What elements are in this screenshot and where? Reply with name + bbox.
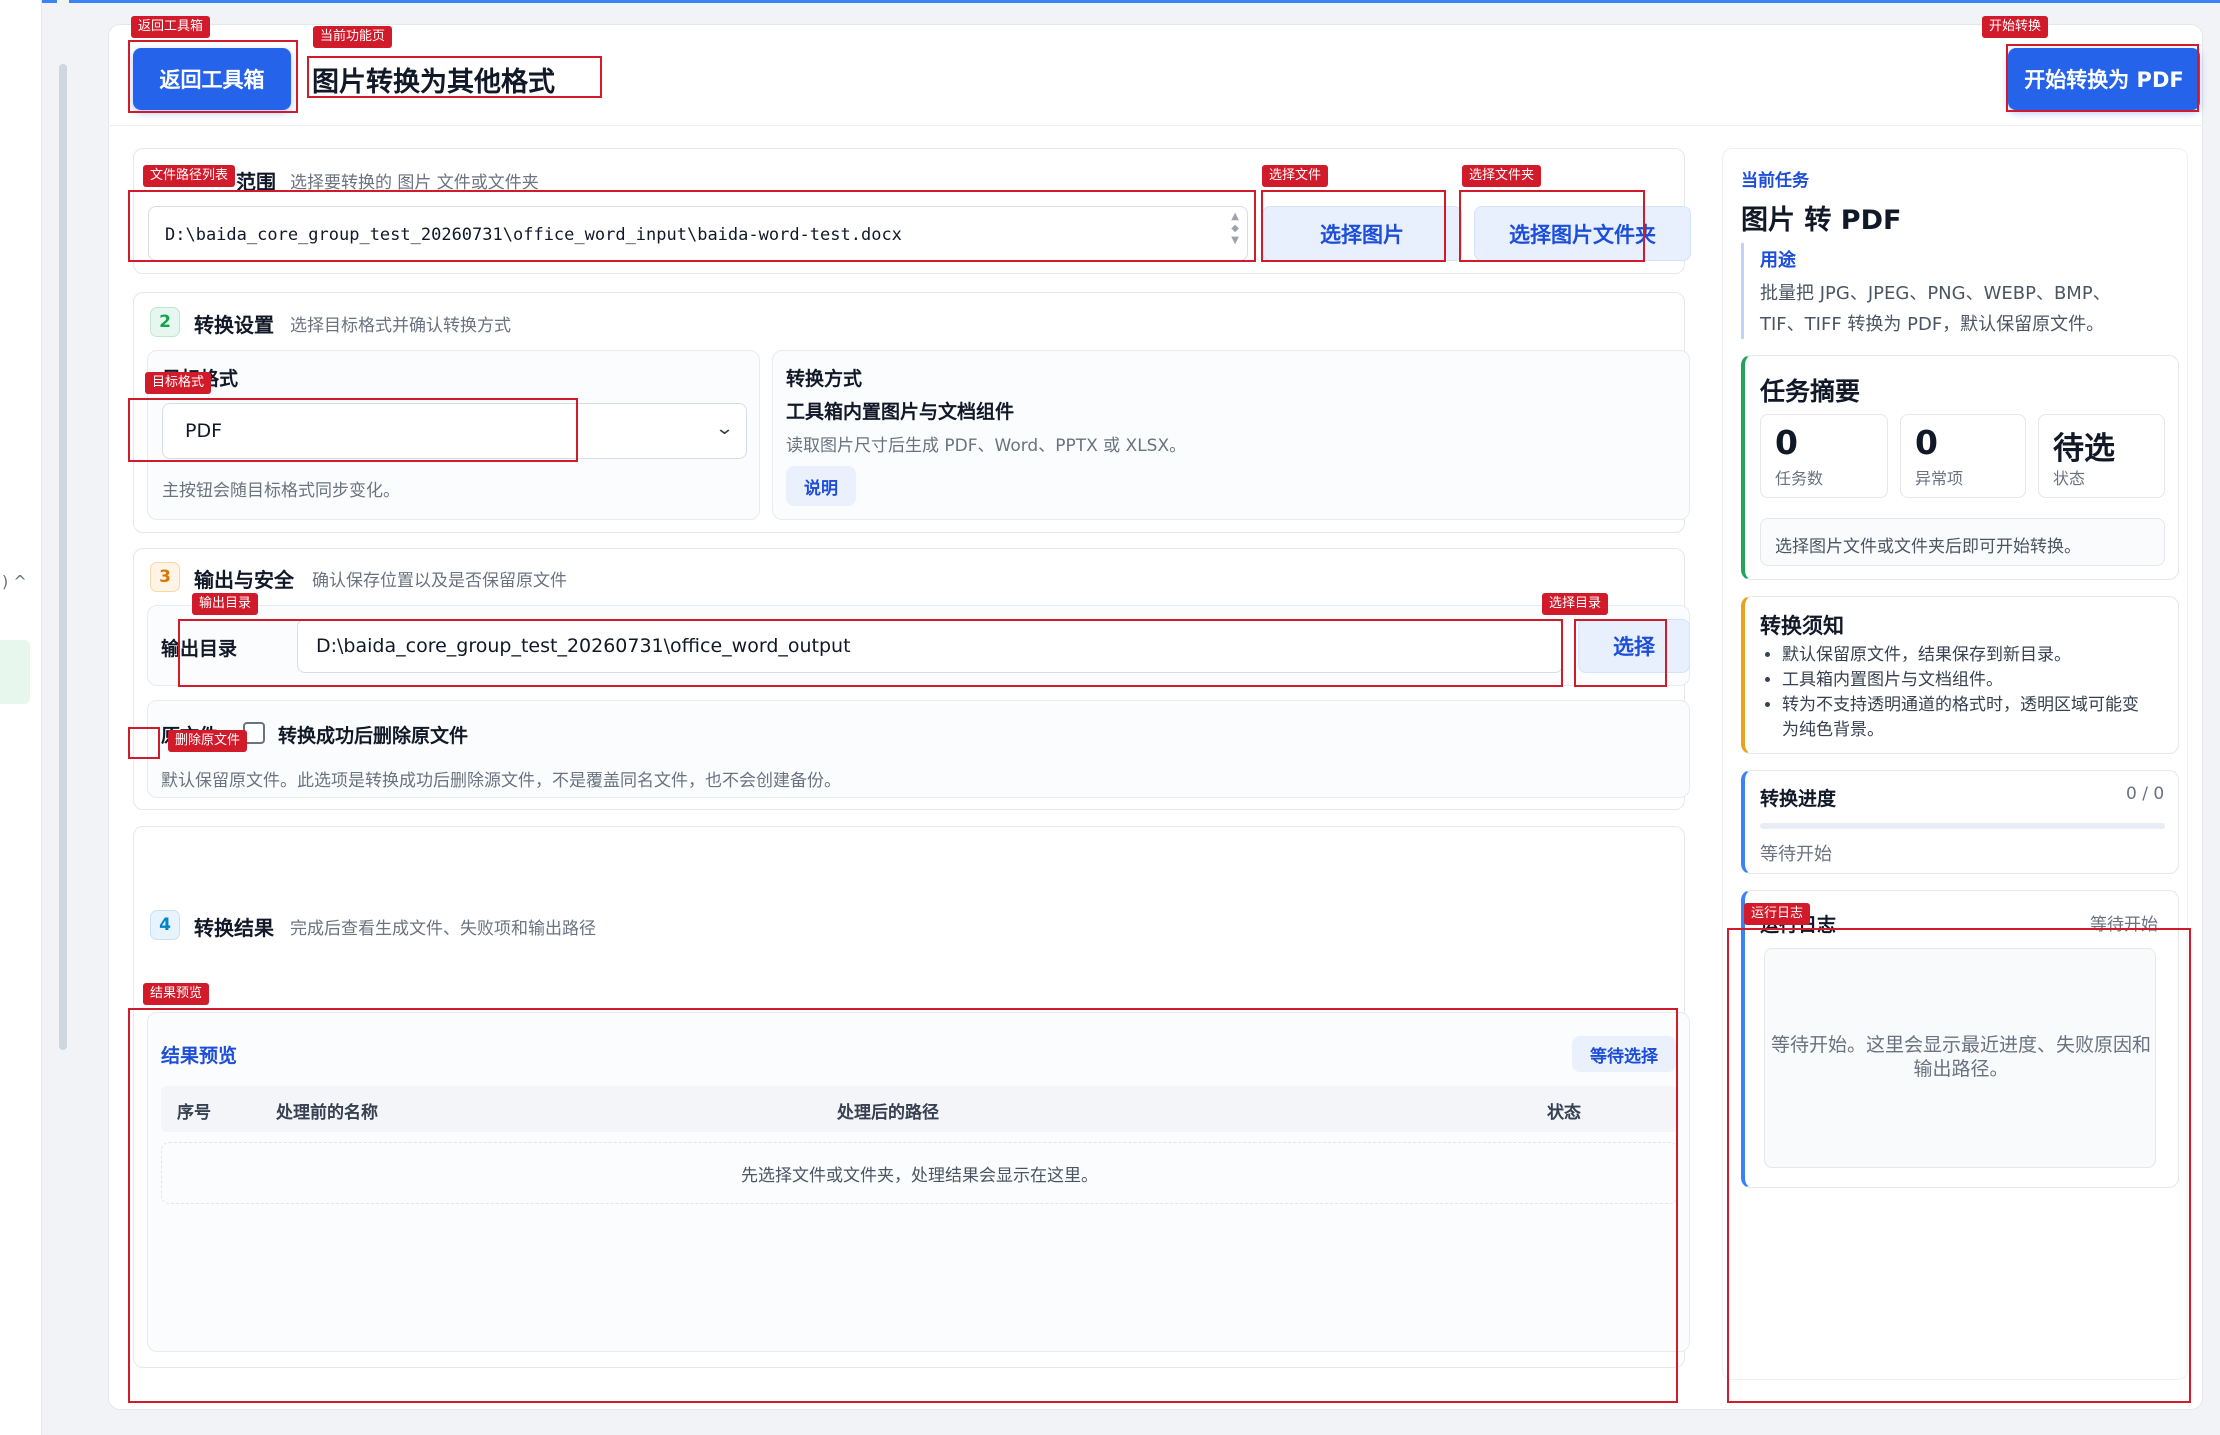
progress-count: 0 / 0 [2126,784,2165,804]
usage-text-line-1: 批量把 JPG、JPEG、PNG、WEBP、BMP、 [1760,283,2111,304]
section-result-subtitle: 完成后查看生成文件、失败项和输出路径 [290,919,596,939]
annotation-tag-select-folder: 选择文件夹 [1462,165,1542,187]
usage-accent [1741,243,1744,339]
annotation-tag-current-page: 当前功能页 [313,26,393,48]
scrollbar-thumb[interactable] [59,64,67,1050]
notice-item: 默认保留原文件，结果保存到新目录。 [1782,643,2170,668]
annotation-tag-select-dir: 选择目录 [1542,593,1609,615]
sidebar-stub-active [0,640,30,704]
section-result-title: 转换结果 [194,916,274,940]
progress-title: 转换进度 [1760,788,1837,810]
method-name: 工具箱内置图片与文档组件 [786,401,1015,423]
annotation-tag-select-file: 选择文件 [1262,165,1329,187]
stat-error-count-value: 0 [1915,423,1938,462]
method-desc: 读取图片尺寸后生成 PDF、Word、PPTX 或 XLSX。 [786,436,1187,456]
annotation-box-current-page [307,56,602,98]
annotation-box-select-dir [1574,619,1667,687]
annotation-box-output-dir [178,619,1563,687]
annotation-tag-result-preview: 结果预览 [143,983,210,1005]
explain-button[interactable]: 说明 [786,466,856,506]
notice-list: 默认保留原文件，结果保存到新目录。 工具箱内置图片与文档组件。 转为不支持透明通… [1760,643,2170,743]
annotation-box-back [128,40,298,113]
summary-hint-box: 选择图片文件或文件夹后即可开始转换。 [1760,518,2165,566]
section-settings-subtitle: 选择目标格式并确认转换方式 [290,316,511,336]
notice-item: 为纯色背景。 [1782,720,1884,740]
notice-item: 转为不支持透明通道的格式时，透明区域可能变 [1782,693,2170,718]
progress-bar [1760,823,2165,829]
scrollbar[interactable] [57,0,69,1435]
current-task-title: 图片 转 PDF [1741,205,1902,236]
header-divider [108,125,2203,126]
annotation-tag-path-list: 文件路径列表 [143,165,236,187]
stat-task-count: 0 任务数 [1760,414,1888,498]
summary-hint: 选择图片文件或文件夹后即可开始转换。 [1775,537,2081,557]
task-summary-title: 任务摘要 [1760,377,1861,406]
stat-task-count-value: 0 [1775,423,1798,462]
annotation-tag-run-log: 运行日志 [1744,903,1811,925]
notice-item: 工具箱内置图片与文档组件。 [1782,668,2170,693]
stat-status-label: 状态 [2053,469,2086,488]
chevron-down-icon: ⌄ [714,418,735,439]
top-accent-line [0,0,2220,3]
notice-title: 转换须知 [1760,614,1844,638]
annotation-box-run-log [1727,928,2191,1403]
step-badge-3: 3 [150,562,180,592]
stat-error-count-label: 异常项 [1915,469,1964,488]
step-badge-4: 4 [150,910,180,940]
annotation-tag-delete-source: 删除原文件 [168,730,248,752]
annotation-box-target-format [128,398,578,462]
delete-source-hint: 默认保留原文件。此选项是转换成功后删除源文件，不是覆盖同名文件，也不会创建备份。 [161,771,841,791]
stat-task-count-label: 任务数 [1775,469,1824,488]
target-format-hint: 主按钮会随目标格式同步变化。 [162,481,400,501]
step-badge-2: 2 [150,307,180,337]
section-output-subtitle: 确认保存位置以及是否保留原文件 [312,571,567,591]
section-output-title: 输出与安全 [194,568,294,592]
stat-status: 待选 状态 [2038,414,2165,498]
annotation-tag-back: 返回工具箱 [131,16,211,38]
usage-text-line-2: TIF、TIFF 转换为 PDF，默认保留原文件。 [1760,314,2105,335]
annotation-box-select-file [1261,190,1446,262]
annotation-box-delete-source [128,727,160,759]
sidebar-stub: ) ^ [0,0,42,1435]
current-task-kicker: 当前任务 [1741,171,1809,191]
stat-error-count: 0 异常项 [1900,414,2026,498]
sidebar-stub-text: ) ^ [2,572,27,591]
method-label: 转换方式 [786,368,863,390]
section-settings-title: 转换设置 [194,313,274,337]
delete-source-label[interactable]: 转换成功后删除原文件 [278,721,468,748]
annotation-box-start [2006,44,2199,112]
annotation-tag-output-dir: 输出目录 [192,593,259,615]
usage-label: 用途 [1760,250,1796,271]
annotation-tag-target-format: 目标格式 [145,372,212,394]
annotation-box-path-list [128,190,1256,262]
stat-status-value: 待选 [2053,431,2115,467]
progress-status: 等待开始 [1760,844,1832,865]
annotation-tag-start: 开始转换 [1982,16,2049,38]
annotation-box-result-preview [128,1008,1678,1403]
annotation-box-select-folder [1459,190,1645,262]
